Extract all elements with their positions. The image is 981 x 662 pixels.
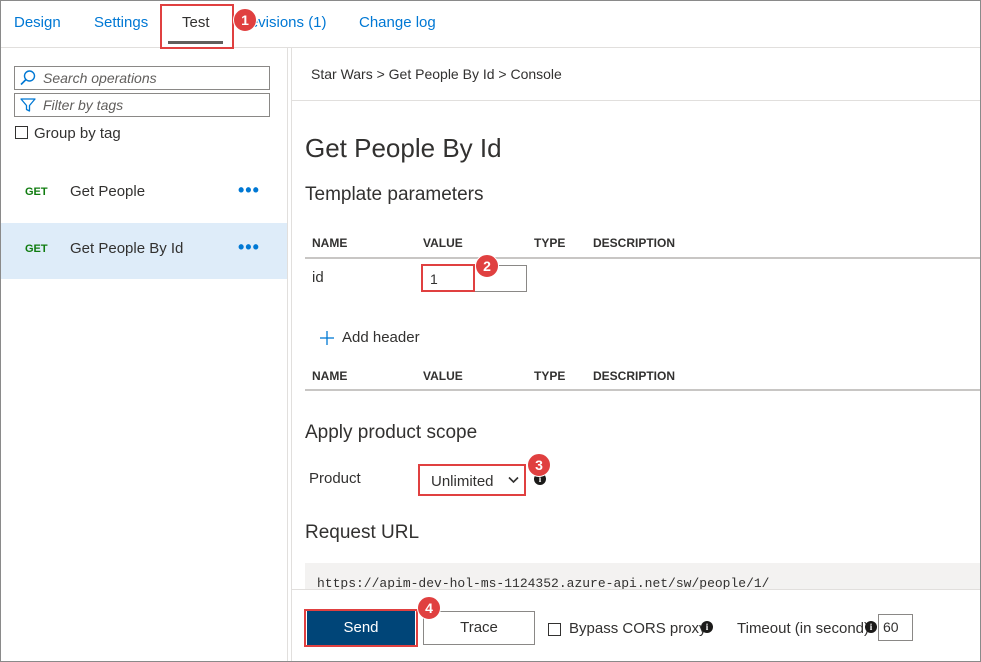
group-by-tag-label: Group by tag (34, 125, 121, 142)
panel-divider (291, 48, 292, 661)
callout-highlight-value (421, 264, 475, 292)
search-placeholder: Search operations (43, 70, 157, 86)
template-parameters-heading: Template parameters (305, 184, 484, 205)
trace-button[interactable]: Trace (423, 611, 535, 645)
header-column-description: DESCRIPTION (593, 369, 676, 383)
info-icon[interactable]: i (701, 621, 713, 633)
tab-change-log[interactable]: Change log (359, 14, 436, 31)
breadcrumb-divider (292, 100, 980, 101)
search-operations-input[interactable]: Search operations (14, 66, 270, 90)
plus-icon[interactable] (319, 330, 335, 346)
column-header-description: DESCRIPTION (593, 236, 676, 250)
headers-table-divider (305, 389, 980, 391)
search-icon (20, 70, 36, 86)
filter-placeholder: Filter by tags (43, 97, 124, 113)
operation-get-people[interactable]: GET Get People ••• (1, 166, 287, 222)
more-options-icon[interactable]: ••• (238, 237, 260, 258)
operation-name: Get People (70, 183, 146, 200)
column-header-value: VALUE (423, 236, 463, 250)
callout-badge-1: 1 (233, 8, 257, 32)
breadcrumb: Star Wars > Get People By Id > Console (311, 66, 562, 82)
timeout-value: 60 (883, 619, 899, 635)
http-verb-badge: GET (25, 186, 48, 198)
timeout-input[interactable]: 60 (878, 614, 913, 641)
operation-get-people-by-id[interactable]: GET Get People By Id ••• (1, 223, 287, 279)
column-header-type: TYPE (534, 236, 566, 250)
param-name: id (312, 269, 324, 286)
bypass-cors-label: Bypass CORS proxy (569, 620, 707, 637)
timeout-label: Timeout (in second) (737, 620, 869, 637)
add-header-button[interactable]: Add header (342, 329, 420, 346)
tab-settings[interactable]: Settings (94, 14, 148, 31)
callout-badge-4: 4 (417, 596, 441, 620)
operations-sidebar: Search operations Filter by tags Group b… (1, 48, 288, 661)
table-header-divider (305, 257, 980, 259)
product-label: Product (309, 470, 361, 487)
info-icon[interactable]: i (865, 621, 877, 633)
filter-icon (20, 98, 36, 112)
filter-tags-input[interactable]: Filter by tags (14, 93, 270, 117)
callout-badge-2: 2 (475, 254, 499, 278)
request-url-box: https://apim-dev-hol-ms-1124352.azure-ap… (305, 563, 980, 589)
http-verb-badge: GET (25, 243, 48, 255)
bypass-cors-checkbox[interactable] (548, 623, 561, 636)
tab-design[interactable]: Design (14, 14, 61, 31)
request-url-heading: Request URL (305, 522, 420, 543)
header-column-type: TYPE (534, 369, 566, 383)
header-column-name: NAME (312, 369, 348, 383)
callout-highlight-send (304, 609, 418, 647)
page-title: Get People By Id (305, 133, 502, 163)
callout-highlight-product (418, 464, 526, 496)
column-header-name: NAME (312, 236, 348, 250)
header-column-value: VALUE (423, 369, 463, 383)
callout-badge-3: 3 (527, 453, 551, 477)
product-scope-heading: Apply product scope (305, 422, 478, 443)
test-console-window: Design Settings Test Revisions (1) Chang… (0, 0, 981, 662)
more-options-icon[interactable]: ••• (238, 180, 260, 201)
operation-name: Get People By Id (70, 240, 184, 257)
callout-highlight-test-tab (160, 4, 234, 49)
tab-bar: Design Settings Test Revisions (1) Chang… (1, 1, 980, 48)
group-by-tag-checkbox[interactable] (15, 126, 28, 139)
request-url: https://apim-dev-hol-ms-1124352.azure-ap… (317, 576, 770, 589)
